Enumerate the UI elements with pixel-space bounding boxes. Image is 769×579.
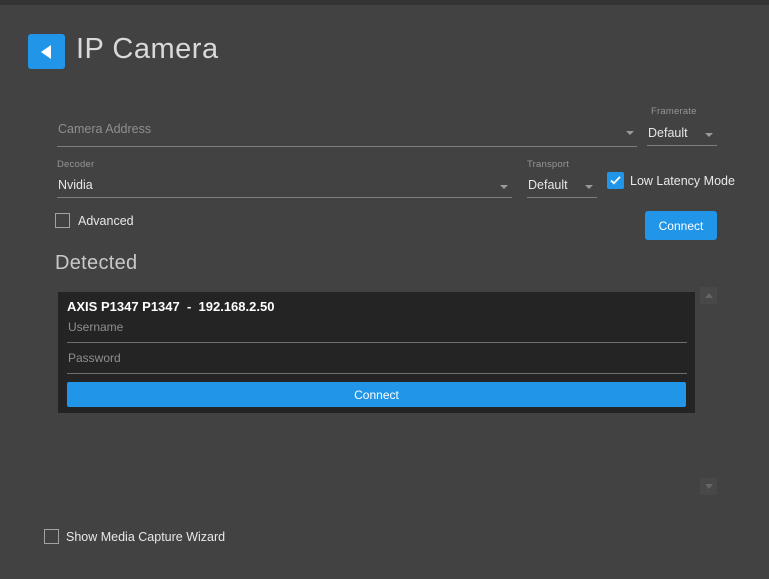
camera-address-chevron-down-icon[interactable] xyxy=(626,131,634,135)
chevron-down-icon xyxy=(705,133,713,137)
camera-title: AXIS P1347 P1347 - 192.168.2.50 xyxy=(67,299,274,314)
decoder-value: Nvidia xyxy=(58,178,93,192)
show-wizard-label: Show Media Capture Wizard xyxy=(66,530,225,544)
framerate-value: Default xyxy=(648,126,688,140)
decoder-label: Decoder xyxy=(57,159,94,170)
back-button[interactable] xyxy=(28,34,65,69)
password-input[interactable] xyxy=(67,347,687,374)
transport-dropdown[interactable]: Default xyxy=(527,171,597,198)
detected-camera-card: AXIS P1347 P1347 - 192.168.2.50 Connect xyxy=(58,292,695,413)
arrow-left-icon xyxy=(41,45,51,59)
advanced-checkbox[interactable] xyxy=(55,213,70,228)
connect-button[interactable]: Connect xyxy=(645,211,717,240)
low-latency-checkbox[interactable] xyxy=(607,172,624,189)
framerate-dropdown[interactable]: Default xyxy=(647,119,717,146)
camera-address-input[interactable] xyxy=(57,116,637,147)
detected-heading: Detected xyxy=(55,252,137,275)
ip-camera-window: IP Camera Framerate Default Decoder Nvid… xyxy=(0,0,769,579)
camera-connect-button[interactable]: Connect xyxy=(67,382,686,407)
username-input[interactable] xyxy=(67,316,687,343)
transport-value: Default xyxy=(528,178,568,192)
scroll-down-button[interactable] xyxy=(700,478,717,495)
advanced-label: Advanced xyxy=(78,214,134,228)
transport-label: Transport xyxy=(527,159,569,170)
window-top-edge xyxy=(0,0,769,5)
chevron-down-icon xyxy=(705,484,713,489)
decoder-dropdown[interactable]: Nvidia xyxy=(57,171,512,198)
chevron-down-icon xyxy=(585,185,593,189)
chevron-up-icon xyxy=(705,293,713,298)
scroll-up-button[interactable] xyxy=(700,287,717,304)
page-title: IP Camera xyxy=(76,33,219,66)
chevron-down-icon xyxy=(500,185,508,189)
low-latency-label: Low Latency Mode xyxy=(630,174,735,188)
framerate-label: Framerate xyxy=(651,106,697,117)
check-icon xyxy=(610,176,621,185)
show-wizard-checkbox[interactable] xyxy=(44,529,59,544)
